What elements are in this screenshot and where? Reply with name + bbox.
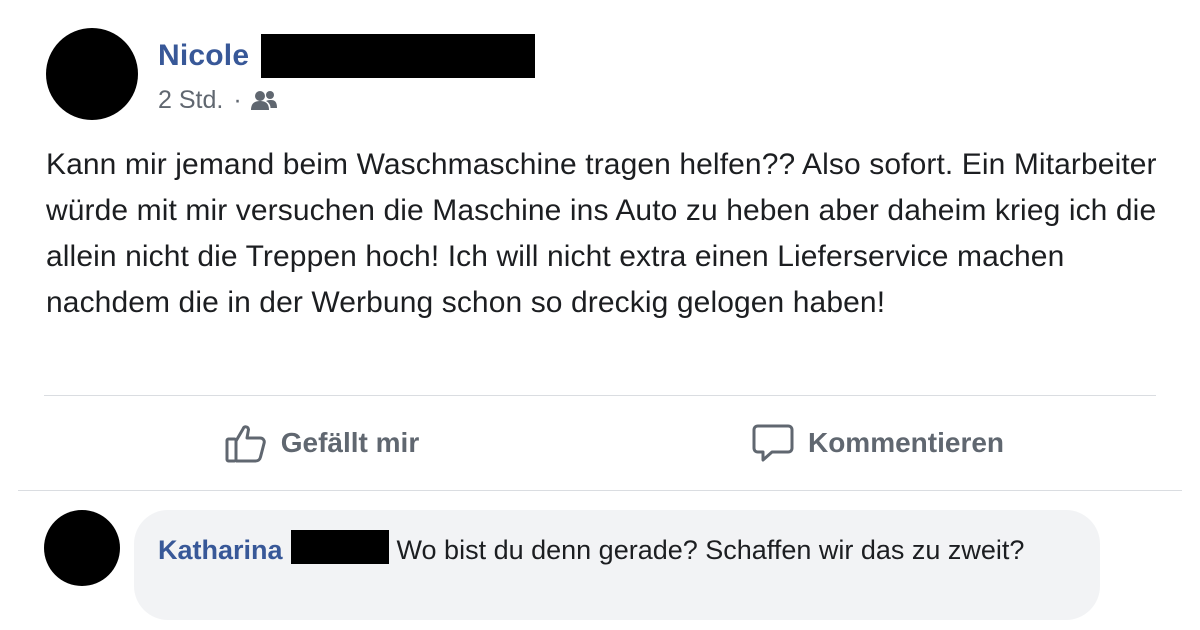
- friends-icon[interactable]: [250, 90, 278, 112]
- post-header: Nicole 2 Std. ·: [46, 28, 1146, 124]
- post-actions: Gefällt mir Kommentieren: [44, 396, 1156, 490]
- author-name[interactable]: Nicole: [158, 39, 249, 73]
- meta-separator: ·: [233, 86, 242, 114]
- like-button[interactable]: Gefällt mir: [44, 396, 600, 490]
- divider: [18, 490, 1182, 491]
- speech-bubble-icon: [752, 423, 808, 463]
- comment-button[interactable]: Kommentieren: [600, 396, 1156, 490]
- comment-bubble: Katharina Wo bist du denn gerade? Schaffe…: [134, 510, 1100, 620]
- post-meta: 2 Std. ·: [158, 86, 278, 115]
- comment-label: Kommentieren: [807, 427, 1005, 458]
- post-timestamp[interactable]: 2 Std.: [158, 86, 223, 115]
- redacted-commenter-surname: [290, 530, 389, 564]
- thumbs-up-icon: [225, 423, 281, 463]
- author-avatar[interactable]: [46, 28, 138, 120]
- commenter-name[interactable]: Katharina: [158, 535, 283, 565]
- author-name-row: Nicole: [158, 34, 536, 78]
- post-text: Kann mir jemand beim Waschmaschine trage…: [46, 148, 1157, 319]
- redacted-author-surname: [261, 34, 536, 78]
- comment-text: Wo bist du denn gerade? Schaffen wir das…: [396, 535, 1025, 565]
- comment: Katharina Wo bist du denn gerade? Schaffe…: [44, 510, 1104, 622]
- commenter-avatar[interactable]: [44, 510, 120, 586]
- like-label: Gefällt mir: [280, 427, 420, 458]
